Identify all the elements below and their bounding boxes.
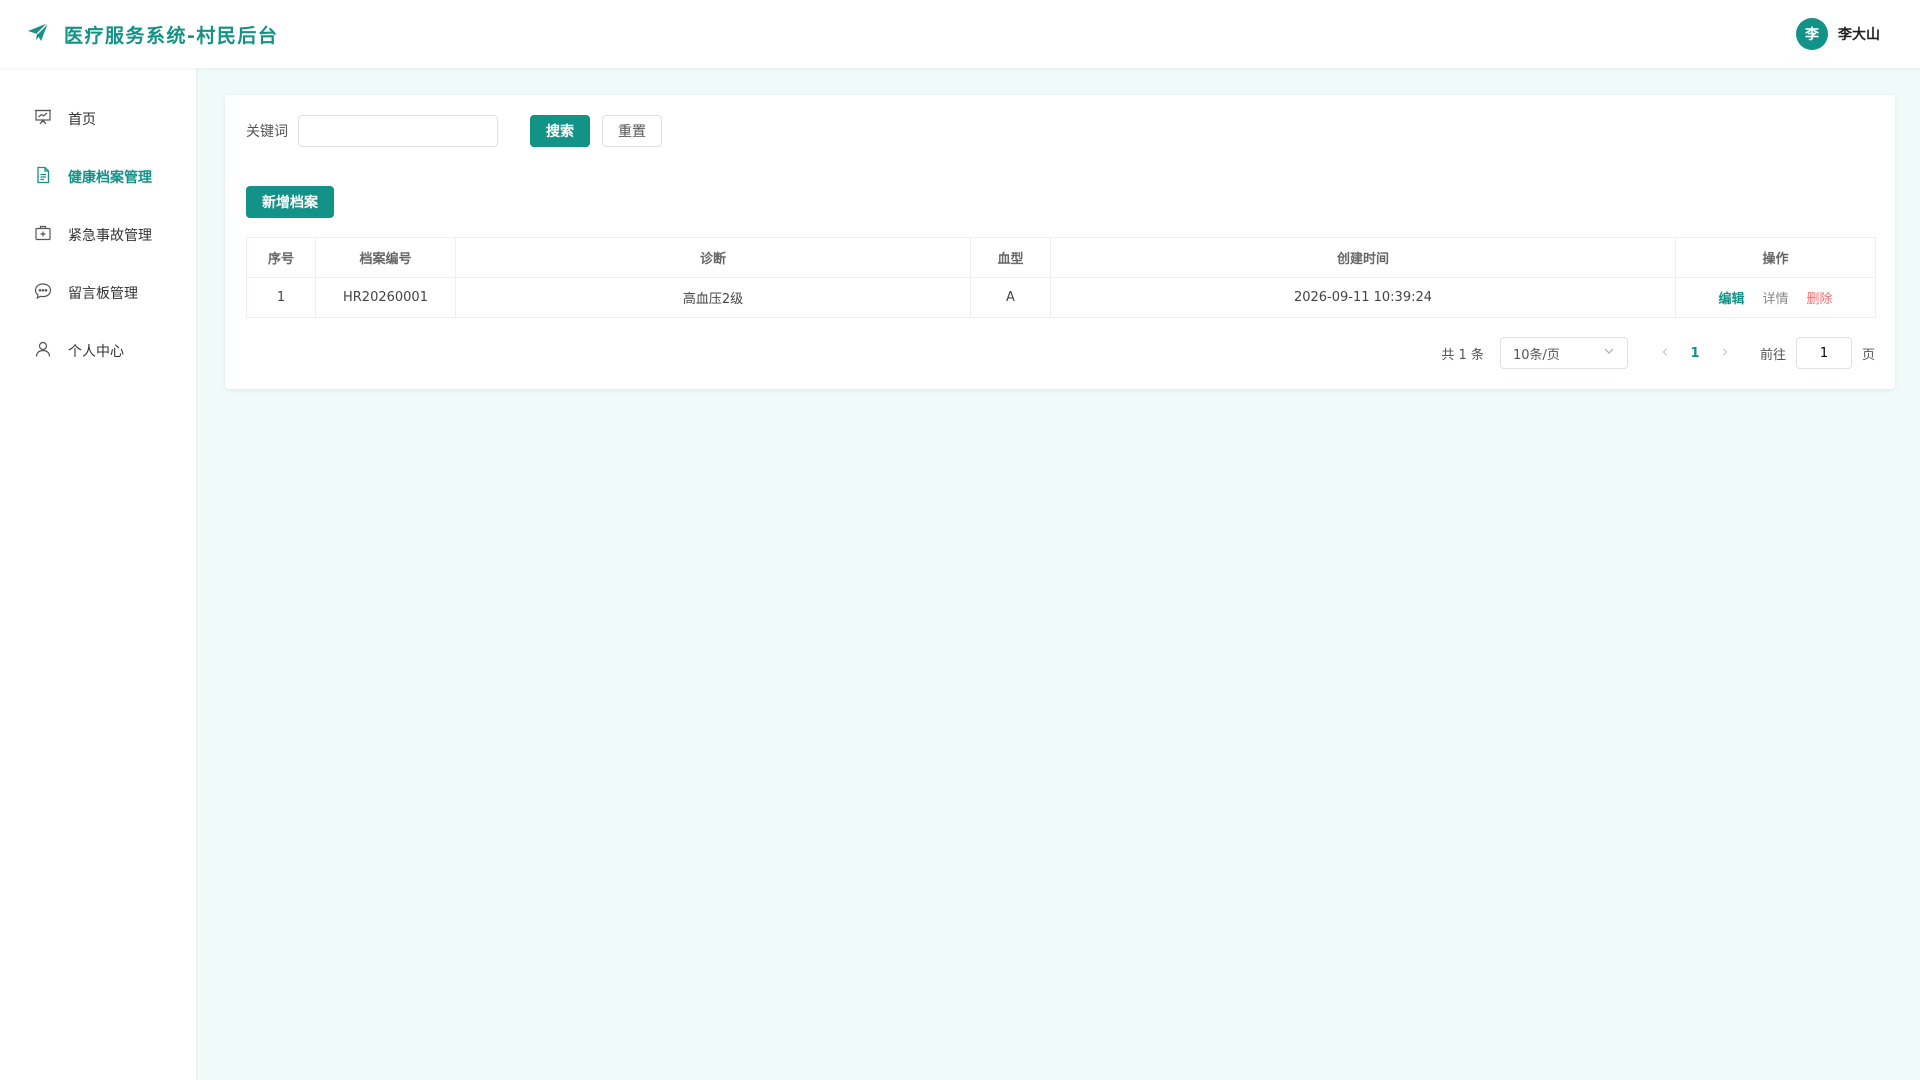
page-number-current[interactable]: 1 <box>1680 346 1710 361</box>
paper-plane-icon <box>26 20 50 48</box>
column-header-actions: 操作 <box>1675 237 1876 278</box>
cell-blood-type: A <box>970 277 1051 318</box>
edit-link[interactable]: 编辑 <box>1718 288 1744 307</box>
top-header: 医疗服务系统-村民后台 李 李大山 <box>0 0 1920 68</box>
column-header-diagnosis: 诊断 <box>455 237 971 278</box>
sidebar: 首页 健康档案管理 紧急事故管理 留言板管理 个人中心 <box>0 68 198 1080</box>
table-header-row: 序号 档案编号 诊断 血型 创建时间 操作 <box>246 237 1876 278</box>
cell-actions: 编辑 详情 删除 <box>1675 277 1876 318</box>
sidebar-item-label: 健康档案管理 <box>68 170 152 186</box>
add-record-button[interactable]: 新增档案 <box>246 186 334 218</box>
cell-index: 1 <box>246 277 316 318</box>
reset-button[interactable]: 重置 <box>602 115 662 147</box>
goto-label: 前往 <box>1759 347 1786 363</box>
sidebar-item-label: 首页 <box>68 112 96 128</box>
column-header-index: 序号 <box>246 237 316 278</box>
goto-suffix: 页 <box>1861 347 1875 363</box>
cell-record-no: HR20260001 <box>315 277 456 318</box>
user-menu[interactable]: 李 李大山 <box>1796 18 1880 50</box>
sidebar-item-label: 留言板管理 <box>68 286 138 302</box>
sidebar-item-label: 紧急事故管理 <box>68 228 152 244</box>
first-aid-kit-icon <box>34 224 52 246</box>
detail-link[interactable]: 详情 <box>1762 288 1788 307</box>
chat-bubble-icon <box>34 282 52 304</box>
sidebar-item-label: 个人中心 <box>68 344 124 360</box>
row-actions: 编辑 详情 删除 <box>1676 288 1875 307</box>
cell-diagnosis: 高血压2级 <box>455 277 971 318</box>
records-table: 序号 档案编号 诊断 血型 创建时间 操作 1 HR20260001 高血压2级… <box>246 237 1876 318</box>
avatar[interactable]: 李 <box>1796 18 1828 50</box>
column-header-created-at: 创建时间 <box>1050 237 1676 278</box>
sidebar-item-emergency[interactable]: 紧急事故管理 <box>0 206 196 264</box>
search-button[interactable]: 搜索 <box>530 115 590 147</box>
pagination-total: 共 1 条 <box>1441 347 1484 363</box>
brand: 医疗服务系统-村民后台 <box>26 20 278 48</box>
cell-created-at: 2026-09-11 10:39:24 <box>1050 277 1676 318</box>
sidebar-item-home[interactable]: 首页 <box>0 90 196 148</box>
presentation-chart-icon <box>34 108 52 130</box>
page-size-value: 10条/页 <box>1512 347 1560 363</box>
document-icon <box>34 166 52 188</box>
table-row: 1 HR20260001 高血压2级 A 2026-09-11 10:39:24… <box>246 277 1876 318</box>
app-title: 医疗服务系统-村民后台 <box>64 24 279 47</box>
page-size-select[interactable]: 10条/页 <box>1499 337 1628 369</box>
keyword-input[interactable] <box>298 115 498 147</box>
keyword-label: 关键词 <box>246 124 288 140</box>
column-header-blood-type: 血型 <box>970 237 1051 278</box>
column-header-record-no: 档案编号 <box>315 237 456 278</box>
user-name[interactable]: 李大山 <box>1838 24 1880 44</box>
goto-page-input[interactable] <box>1795 337 1852 369</box>
sidebar-item-message-board[interactable]: 留言板管理 <box>0 264 196 322</box>
user-icon <box>34 340 52 362</box>
prev-page-button[interactable] <box>1650 346 1680 361</box>
records-panel: 关键词 搜索 重置 新增档案 序号 档案编号 诊断 血型 创建时间 操作 1 H… <box>225 95 1895 389</box>
pagination: 共 1 条 10条/页 1 前往 页 <box>1441 337 1875 369</box>
sidebar-item-profile[interactable]: 个人中心 <box>0 322 196 380</box>
search-bar: 关键词 搜索 重置 <box>246 115 662 147</box>
sidebar-item-health-records[interactable]: 健康档案管理 <box>0 148 196 206</box>
next-page-button[interactable] <box>1710 346 1740 361</box>
delete-link[interactable]: 删除 <box>1807 288 1833 307</box>
chevron-down-icon <box>1603 345 1615 361</box>
